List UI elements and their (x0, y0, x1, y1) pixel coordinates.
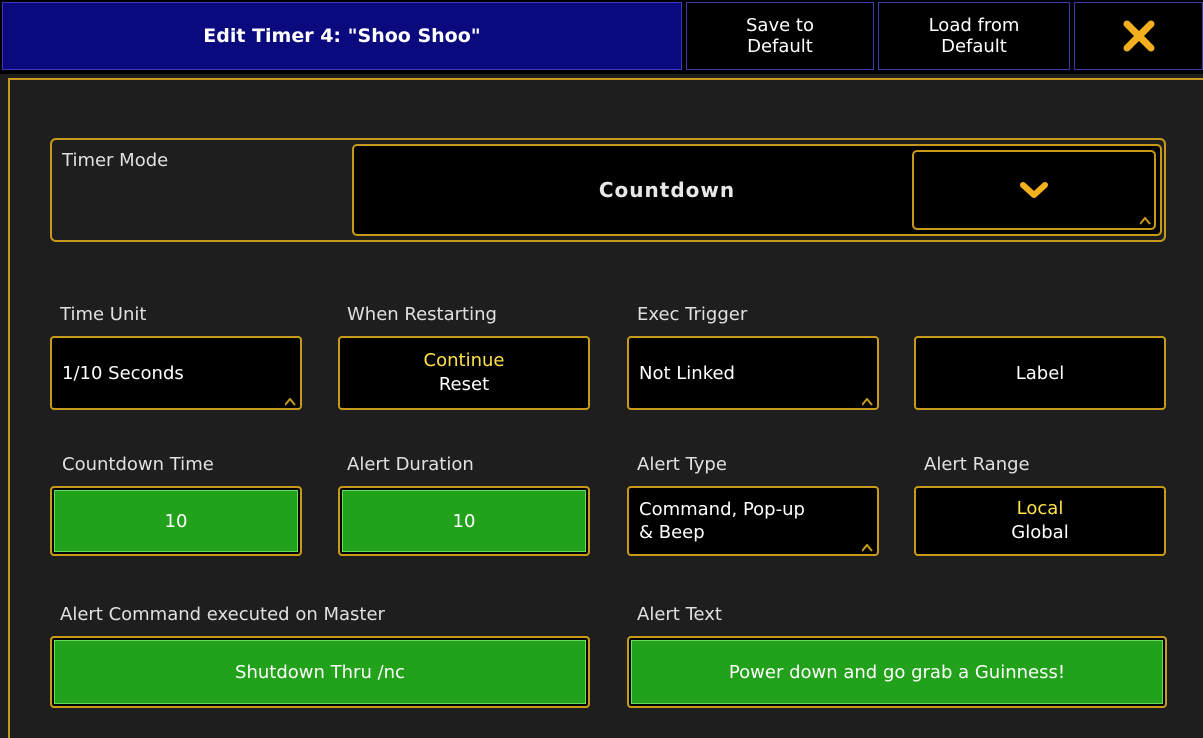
label-button[interactable]: Label (914, 336, 1166, 410)
alert-range-label: Alert Range (924, 454, 1030, 475)
exec-trigger-label: Exec Trigger (637, 304, 748, 325)
title-bar: Edit Timer 4: "Shoo Shoo" Save to Defaul… (0, 0, 1203, 74)
exec-trigger-value: Not Linked (639, 362, 735, 384)
alert-command-input[interactable]: Shutdown Thru /nc (50, 636, 590, 708)
window-title: Edit Timer 4: "Shoo Shoo" (2, 2, 682, 70)
alert-range-toggle[interactable]: Local Global (914, 486, 1166, 556)
alert-text-input[interactable]: Power down and go grab a Guinness! (627, 636, 1167, 708)
alert-type-label: Alert Type (637, 454, 727, 475)
corner-marker-icon (862, 398, 873, 406)
when-restarting-toggle[interactable]: Continue Reset (338, 336, 590, 410)
alert-text-label: Alert Text (637, 604, 722, 625)
save-to-default-button[interactable]: Save to Default (686, 2, 874, 70)
timer-mode-label: Timer Mode (62, 150, 169, 171)
alert-duration-label: Alert Duration (347, 454, 474, 475)
corner-marker-icon (862, 544, 873, 552)
corner-marker-icon (285, 398, 296, 406)
alert-command-label: Alert Command executed on Master (60, 604, 385, 625)
time-unit-select[interactable]: 1/10 Seconds (50, 336, 302, 410)
countdown-time-label: Countdown Time (62, 454, 214, 475)
close-button[interactable] (1074, 2, 1203, 70)
alert-type-value-line2: & Beep (639, 522, 705, 543)
chevron-down-icon (1020, 182, 1048, 198)
alert-type-select[interactable]: Command, Pop-up & Beep (627, 486, 879, 556)
alert-range-option-global: Global (1011, 522, 1069, 543)
alert-range-option-local: Local (1016, 498, 1064, 519)
when-restarting-label: When Restarting (347, 304, 497, 325)
time-unit-value: 1/10 Seconds (62, 362, 184, 384)
corner-marker-icon (1140, 217, 1151, 225)
timer-mode-dropdown-button[interactable] (912, 150, 1156, 230)
exec-trigger-select[interactable]: Not Linked (627, 336, 879, 410)
load-from-default-button[interactable]: Load from Default (878, 2, 1070, 70)
countdown-time-input[interactable]: 10 (50, 486, 302, 556)
time-unit-label: Time Unit (60, 304, 147, 325)
when-restarting-option-reset: Reset (438, 374, 490, 395)
close-icon (1123, 20, 1154, 52)
when-restarting-option-continue: Continue (423, 350, 505, 371)
alert-duration-input[interactable]: 10 (338, 486, 590, 556)
alert-type-value-line1: Command, Pop-up (639, 499, 805, 520)
editor-panel: Timer Mode Countdown Time Unit When Rest… (8, 78, 1203, 738)
